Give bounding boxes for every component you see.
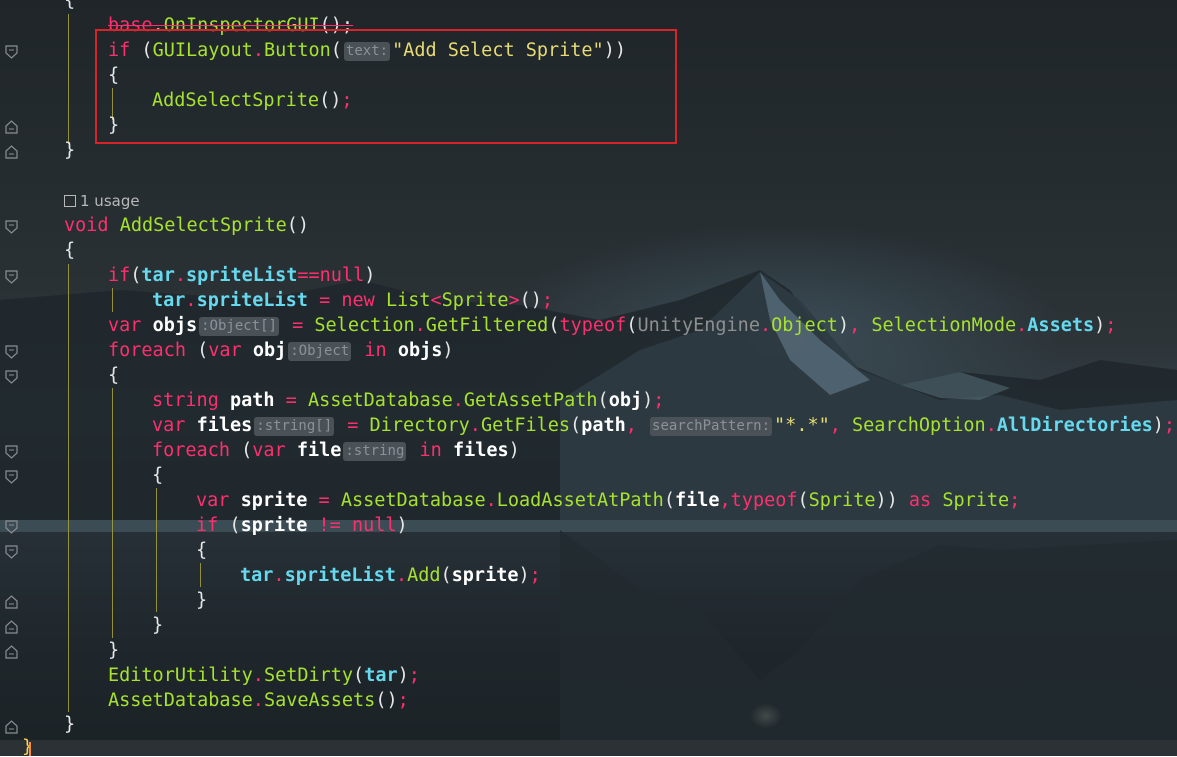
inlay-hint: :string	[343, 441, 407, 461]
indent-guide	[112, 288, 113, 312]
editor-gutter	[0, 0, 28, 740]
fold-marker-icon[interactable]	[5, 220, 18, 234]
inlay-hint: searchPattern:	[650, 416, 773, 436]
indent-guide	[112, 388, 113, 638]
code-line: tar.spriteList.Add(sprite);	[240, 565, 541, 586]
usage-count: 1 usage	[80, 192, 140, 210]
code-line: var files:string[] = Directory.GetFiles(…	[152, 415, 1176, 436]
highlight-annotation-box	[95, 29, 677, 144]
inlay-hint: :Object	[288, 341, 352, 361]
usage-codelens[interactable]: 1 usage	[64, 192, 140, 210]
code-line: tar.spriteList = new List<Sprite>();	[152, 290, 554, 311]
code-line: EditorUtility.SetDirty(tar);	[108, 665, 420, 686]
code-line: foreach (var file:string in files)	[152, 440, 520, 461]
bottom-strip: }	[0, 736, 1177, 757]
fold-marker-icon[interactable]	[5, 145, 18, 159]
inlay-hint: :string[]	[254, 416, 335, 436]
closing-brace: }	[22, 736, 33, 757]
fold-marker-icon[interactable]	[5, 595, 18, 609]
fold-marker-icon[interactable]	[5, 620, 18, 634]
text-cursor	[29, 742, 31, 756]
fold-marker-icon[interactable]	[5, 345, 18, 359]
fold-marker-icon[interactable]	[5, 470, 18, 484]
code-line: {	[64, 0, 76, 11]
code-line: void AddSelectSprite()	[64, 215, 310, 236]
fold-marker-icon[interactable]	[5, 45, 18, 59]
code-line: if(tar.spriteList==null)	[108, 265, 376, 286]
code-line: {	[64, 240, 76, 261]
indent-guide	[68, 14, 69, 144]
code-line: }	[64, 140, 76, 161]
fold-marker-icon[interactable]	[5, 520, 18, 534]
indent-guide	[200, 563, 201, 587]
code-line: }	[108, 640, 120, 661]
code-line: }	[152, 615, 164, 636]
code-line: {	[152, 465, 164, 486]
inlay-hint: :Object[]	[199, 316, 279, 336]
indent-guide	[156, 488, 157, 612]
code-line: var sprite = AssetDatabase.LoadAssetAtPa…	[196, 490, 1021, 511]
code-line: foreach (var obj:Object in objs)	[108, 340, 454, 361]
code-line: AssetDatabase.SaveAssets();	[108, 690, 409, 711]
fold-marker-icon[interactable]	[5, 545, 18, 559]
external-link-icon	[64, 195, 76, 207]
fold-marker-icon[interactable]	[5, 445, 18, 459]
fold-marker-icon[interactable]	[5, 370, 18, 384]
fold-marker-icon[interactable]	[5, 120, 18, 134]
fold-marker-icon[interactable]	[5, 270, 18, 284]
fold-marker-icon[interactable]	[5, 720, 18, 734]
code-line: {	[196, 540, 208, 561]
code-line: if (sprite != null)	[196, 515, 408, 536]
indent-guide	[68, 264, 69, 712]
code-line: }	[196, 590, 208, 611]
code-line: string path = AssetDatabase.GetAssetPath…	[152, 390, 665, 411]
code-line: }	[64, 714, 76, 735]
fold-marker-icon[interactable]	[5, 645, 18, 659]
code-line: var objs:Object[] = Selection.GetFiltere…	[108, 315, 1117, 336]
code-line: {	[108, 365, 120, 386]
